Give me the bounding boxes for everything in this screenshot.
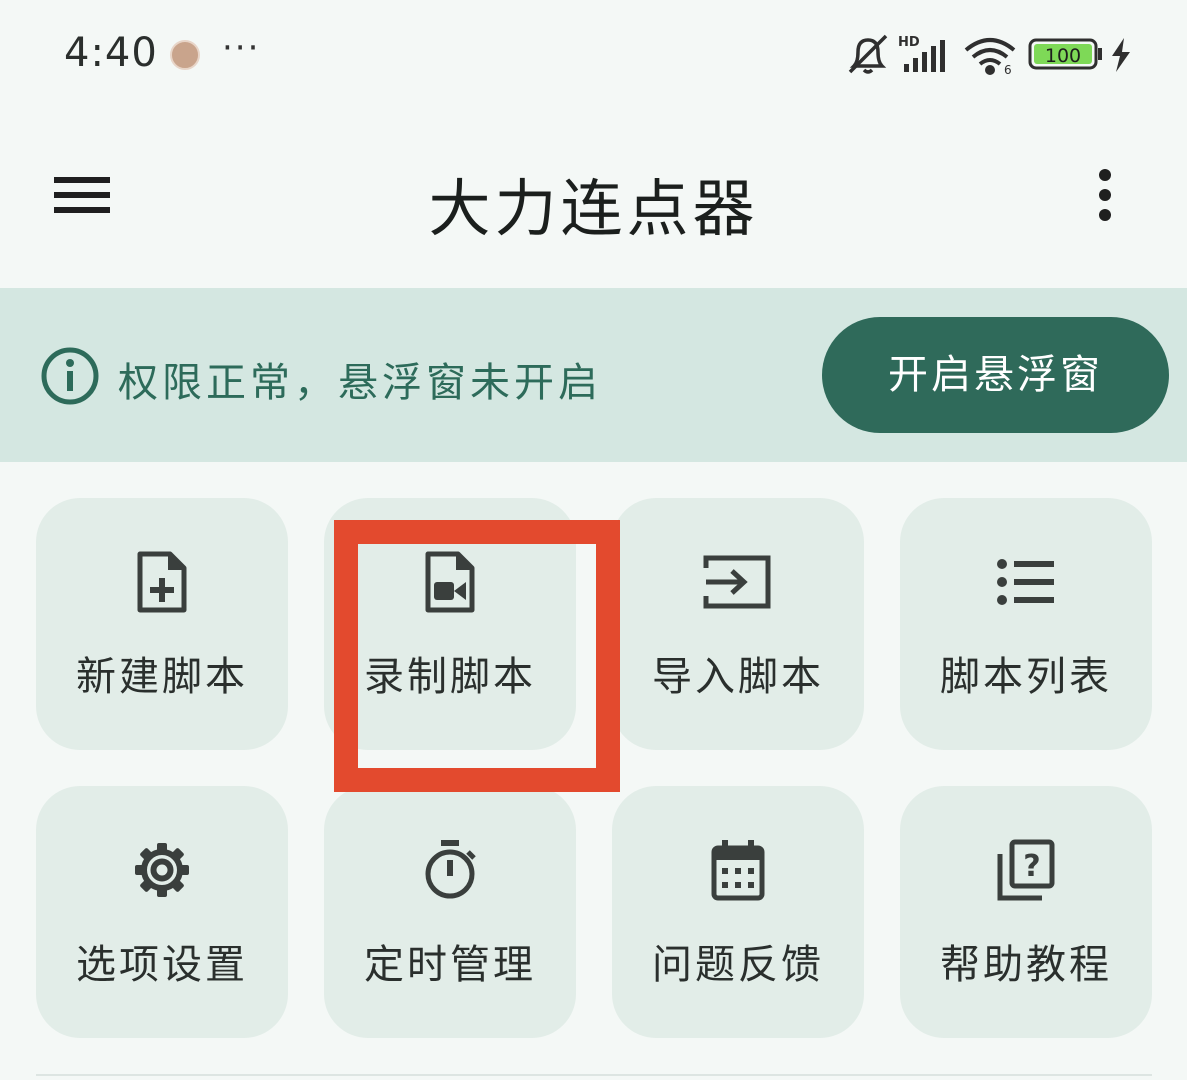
- notification-overflow: ···: [222, 28, 261, 68]
- tile-label: 导入脚本: [652, 654, 824, 700]
- calendar-icon: [711, 840, 765, 901]
- banner-message: 权限正常，悬浮窗未开启: [118, 360, 602, 406]
- section-divider: [36, 1074, 1152, 1076]
- notification-avatar: [170, 40, 200, 70]
- status-bar: 4:40 ··· HD 6 100: [0, 0, 1187, 110]
- svg-text:6: 6: [1004, 63, 1012, 76]
- app-bar: 大力连点器: [0, 110, 1187, 286]
- tile-label: 选项设置: [76, 942, 248, 988]
- charging-bolt-icon: [1112, 38, 1130, 72]
- status-time: 4:40: [64, 30, 158, 76]
- more-vertical-icon[interactable]: [1082, 165, 1128, 225]
- tile-timer-management[interactable]: 定时管理: [324, 786, 576, 1038]
- hd-signal-icon: HD: [898, 35, 945, 72]
- gear-icon: [135, 843, 189, 897]
- help-library-icon: ?: [997, 839, 1055, 901]
- battery-icon: 100: [1028, 38, 1102, 70]
- tile-label: 问题反馈: [652, 942, 824, 988]
- status-icons: HD 6 100: [848, 34, 1130, 76]
- tile-feedback[interactable]: 问题反馈: [612, 786, 864, 1038]
- new-file-plus-icon: [137, 551, 187, 613]
- info-icon: [41, 347, 99, 405]
- tile-script-list[interactable]: 脚本列表: [900, 498, 1152, 750]
- tile-help-tutorial[interactable]: ? 帮助教程: [900, 786, 1152, 1038]
- svg-text:?: ?: [1023, 849, 1040, 884]
- stopwatch-icon: [425, 840, 476, 899]
- permission-banner: 权限正常，悬浮窗未开启 开启悬浮窗: [0, 288, 1187, 462]
- dnd-bell-off-icon: [848, 34, 888, 74]
- svg-text:100: 100: [1045, 45, 1081, 67]
- tile-label: 定时管理: [364, 942, 536, 988]
- svg-text:HD: HD: [898, 35, 920, 50]
- wifi-6-icon: 6: [964, 38, 1016, 76]
- import-icon: [703, 555, 771, 609]
- list-icon: [997, 559, 1054, 605]
- open-floating-window-button[interactable]: 开启悬浮窗: [822, 317, 1169, 433]
- tile-new-script[interactable]: 新建脚本: [36, 498, 288, 750]
- tile-settings[interactable]: 选项设置: [36, 786, 288, 1038]
- highlight-box: [334, 520, 620, 792]
- tile-import-script[interactable]: 导入脚本: [612, 498, 864, 750]
- tile-label: 新建脚本: [76, 654, 248, 700]
- tile-label: 脚本列表: [940, 654, 1112, 700]
- app-title: 大力连点器: [428, 172, 759, 245]
- tile-label: 帮助教程: [940, 942, 1112, 988]
